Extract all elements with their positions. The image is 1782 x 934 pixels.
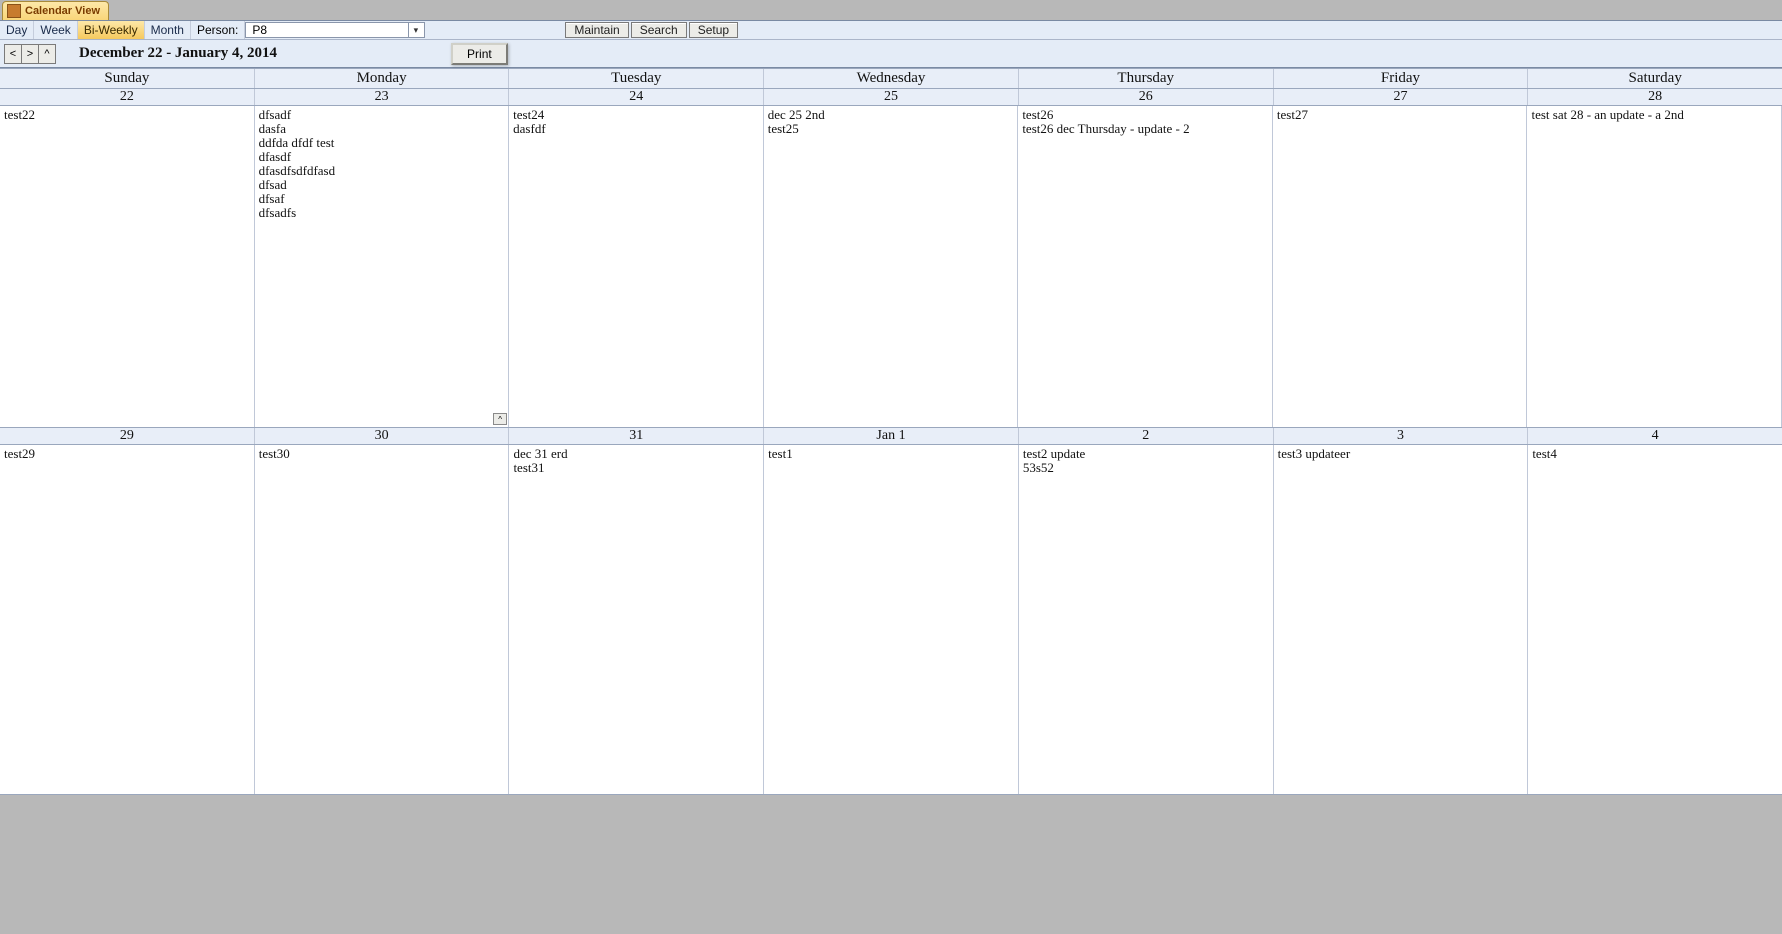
- tab-bar: Calendar View: [0, 0, 1782, 20]
- day-cell[interactable]: test4: [1528, 445, 1782, 794]
- calendar-entry[interactable]: dec 25 2nd: [768, 108, 1014, 122]
- calendar-entry[interactable]: dfsadfs: [259, 206, 505, 220]
- up-button[interactable]: ^: [38, 44, 56, 64]
- tab-title: Calendar View: [25, 5, 100, 17]
- next-button[interactable]: >: [21, 44, 39, 64]
- day-cell[interactable]: test3 updateer: [1274, 445, 1529, 794]
- date-cell[interactable]: 30: [255, 428, 510, 444]
- search-button[interactable]: Search: [631, 22, 687, 38]
- date-cell[interactable]: 31: [509, 428, 764, 444]
- maintain-button[interactable]: Maintain: [565, 22, 628, 38]
- calendar-entry[interactable]: test30: [259, 447, 505, 461]
- day-cell[interactable]: dfsadfdasfaddfda dfdf testdfasdfdfasdfsd…: [255, 106, 510, 427]
- view-day[interactable]: Day: [0, 21, 34, 39]
- calendar-entry[interactable]: test1: [768, 447, 1014, 461]
- person-select[interactable]: P8 ▾: [245, 22, 425, 38]
- calendar-entry[interactable]: test24: [513, 108, 759, 122]
- person-label: Person:: [191, 21, 245, 39]
- calendar-entry[interactable]: test sat 28 - an update - a 2nd: [1531, 108, 1777, 122]
- calendar-entry[interactable]: dasfa: [259, 122, 505, 136]
- calendar-entry[interactable]: test29: [4, 447, 250, 461]
- view-toolbar: Day Week Bi-Weekly Month Person: P8 ▾ Ma…: [0, 20, 1782, 40]
- calendar-entry[interactable]: dasfdf: [513, 122, 759, 136]
- calendar-entry[interactable]: ddfda dfdf test: [259, 136, 505, 150]
- date-cell[interactable]: 3: [1274, 428, 1529, 444]
- dow-thursday: Thursday: [1019, 69, 1274, 88]
- view-month[interactable]: Month: [145, 21, 191, 39]
- nav-toolbar: < > ^ December 22 - January 4, 2014 Prin…: [0, 40, 1782, 68]
- date-cell[interactable]: 4: [1528, 428, 1782, 444]
- date-cell[interactable]: 27: [1274, 89, 1529, 105]
- person-value: P8: [252, 23, 267, 37]
- week-row-1: test22 dfsadfdasfaddfda dfdf testdfasdfd…: [0, 106, 1782, 428]
- date-row-2: 29 30 31 Jan 1 2 3 4: [0, 428, 1782, 445]
- day-cell[interactable]: test2 update53s52: [1019, 445, 1274, 794]
- day-cell[interactable]: test1: [764, 445, 1019, 794]
- calendar-entry[interactable]: test2 update: [1023, 447, 1269, 461]
- calendar-entry[interactable]: test22: [4, 108, 250, 122]
- day-cell[interactable]: dec 31 erdtest31: [509, 445, 764, 794]
- day-cell[interactable]: test22: [0, 106, 255, 427]
- calendar-entry[interactable]: dec 31 erd: [513, 447, 759, 461]
- dow-wednesday: Wednesday: [764, 69, 1019, 88]
- date-cell[interactable]: 23: [255, 89, 510, 105]
- day-cell[interactable]: dec 25 2ndtest25: [764, 106, 1019, 427]
- calendar-entry[interactable]: test27: [1277, 108, 1523, 122]
- form-icon: [7, 4, 21, 18]
- calendar-grid: Sunday Monday Tuesday Wednesday Thursday…: [0, 68, 1782, 795]
- day-cell[interactable]: test26test26 dec Thursday - update - 2: [1018, 106, 1273, 427]
- week-row-2: test29 test30 dec 31 erdtest31 test1 tes…: [0, 445, 1782, 795]
- expand-button[interactable]: ^: [493, 413, 507, 425]
- calendar-entry[interactable]: test25: [768, 122, 1014, 136]
- calendar-entry[interactable]: dfsaf: [259, 192, 505, 206]
- view-week[interactable]: Week: [34, 21, 77, 39]
- date-cell[interactable]: 22: [0, 89, 255, 105]
- day-cell[interactable]: test sat 28 - an update - a 2nd: [1527, 106, 1782, 427]
- calendar-entry[interactable]: test3 updateer: [1278, 447, 1524, 461]
- calendar-entry[interactable]: 53s52: [1023, 461, 1269, 475]
- day-cell[interactable]: test29: [0, 445, 255, 794]
- chevron-down-icon: ▾: [408, 23, 422, 37]
- print-button[interactable]: Print: [451, 43, 508, 65]
- calendar-entry[interactable]: dfasdfsdfdfasd: [259, 164, 505, 178]
- nav-group: < > ^: [4, 44, 55, 64]
- date-cell[interactable]: Jan 1: [764, 428, 1019, 444]
- setup-button[interactable]: Setup: [689, 22, 738, 38]
- dow-friday: Friday: [1274, 69, 1529, 88]
- date-row-1: 22 23 24 25 26 27 28: [0, 89, 1782, 106]
- calendar-entry[interactable]: dfasdf: [259, 150, 505, 164]
- calendar-entry[interactable]: dfsadf: [259, 108, 505, 122]
- dow-sunday: Sunday: [0, 69, 255, 88]
- view-biweekly[interactable]: Bi-Weekly: [78, 21, 145, 39]
- calendar-entry[interactable]: dfsad: [259, 178, 505, 192]
- date-cell[interactable]: 29: [0, 428, 255, 444]
- calendar-entry[interactable]: test31: [513, 461, 759, 475]
- calendar-entry[interactable]: test26 dec Thursday - update - 2: [1022, 122, 1268, 136]
- spacer: [425, 21, 565, 39]
- date-cell[interactable]: 24: [509, 89, 764, 105]
- day-cell[interactable]: test27: [1273, 106, 1528, 427]
- date-range-title: December 22 - January 4, 2014: [79, 45, 277, 62]
- day-cell[interactable]: test24dasfdf: [509, 106, 764, 427]
- date-cell[interactable]: 28: [1528, 89, 1782, 105]
- date-cell[interactable]: 26: [1019, 89, 1274, 105]
- calendar-entry[interactable]: test4: [1532, 447, 1778, 461]
- day-cell[interactable]: test30: [255, 445, 510, 794]
- calendar-entry[interactable]: test26: [1022, 108, 1268, 122]
- day-of-week-header: Sunday Monday Tuesday Wednesday Thursday…: [0, 68, 1782, 89]
- dow-tuesday: Tuesday: [509, 69, 764, 88]
- dow-monday: Monday: [255, 69, 510, 88]
- prev-button[interactable]: <: [4, 44, 22, 64]
- tab-calendar-view[interactable]: Calendar View: [2, 1, 109, 20]
- date-cell[interactable]: 25: [764, 89, 1019, 105]
- dow-saturday: Saturday: [1528, 69, 1782, 88]
- date-cell[interactable]: 2: [1019, 428, 1274, 444]
